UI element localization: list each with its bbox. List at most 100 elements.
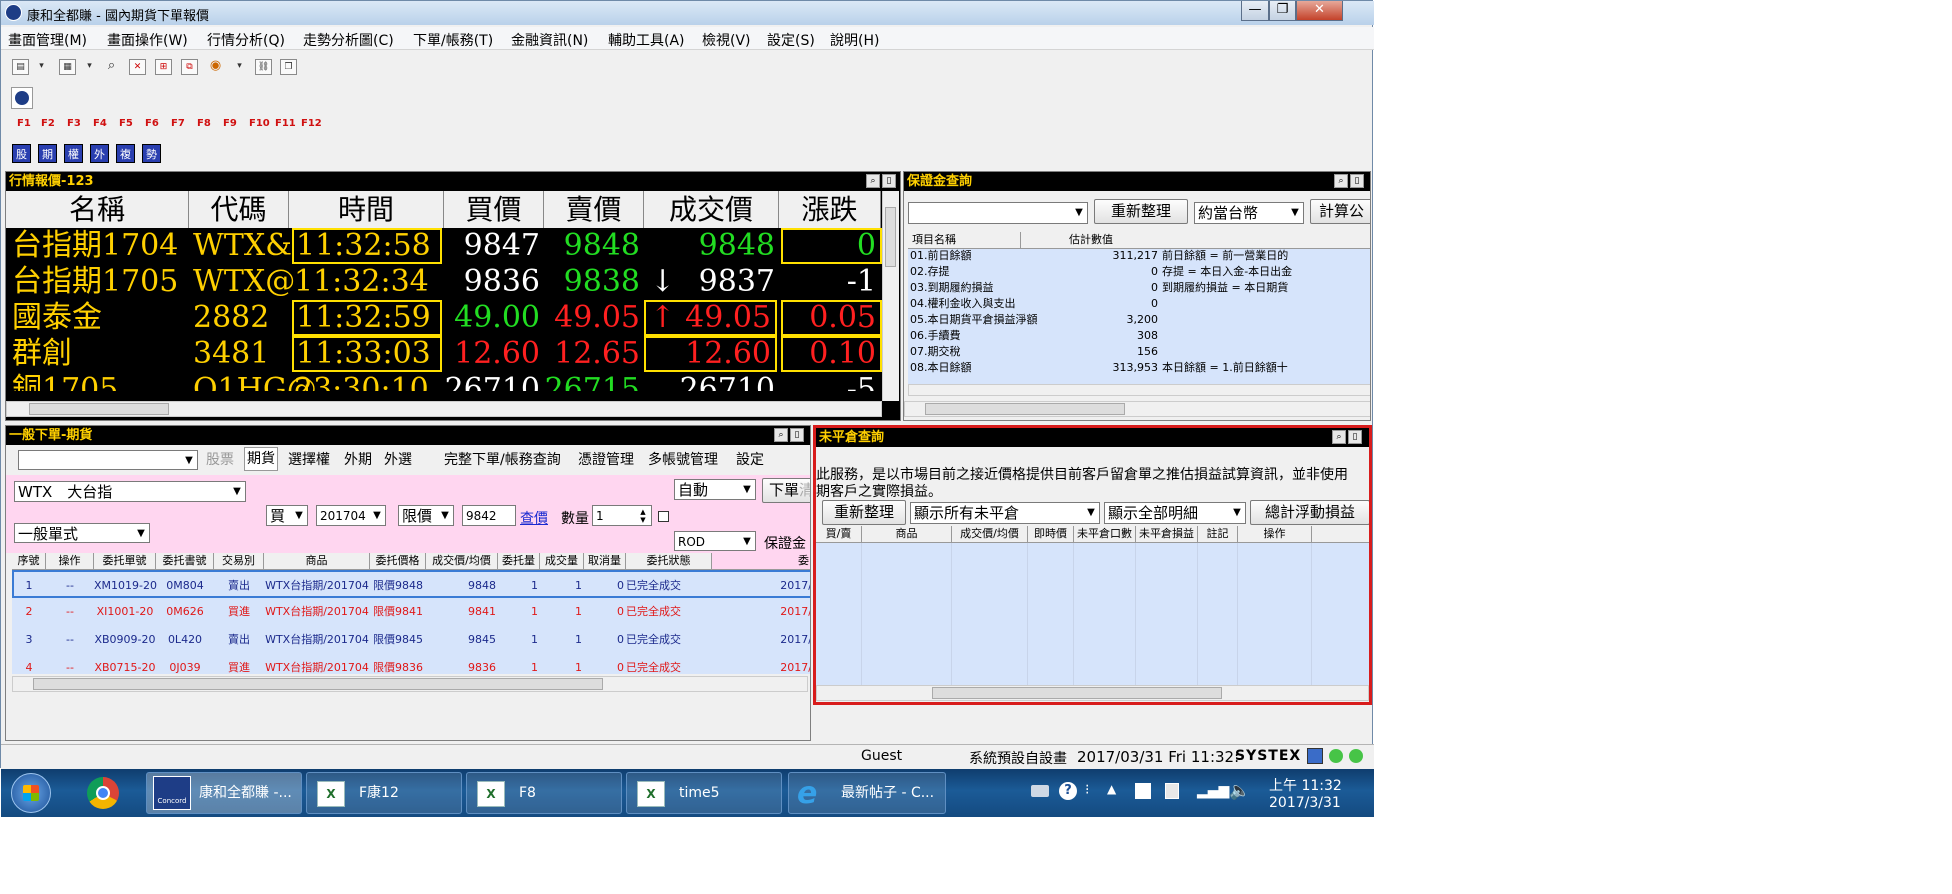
search-icon[interactable]: ⌕ [774,428,788,442]
margin-row[interactable]: 03.到期履約損益 0 到期履約損益 = 本日期貨 [908,280,1370,296]
currency-select[interactable]: 約當台幣 ▼ [1194,202,1304,224]
menu-quote-analysis[interactable]: 行情分析(Q) [207,30,285,50]
price-input[interactable]: 9842 [462,505,516,526]
quick-options-button[interactable]: 權 [64,144,83,163]
tab-foreign-futures[interactable]: 外期 [344,447,372,473]
globe-icon[interactable]: ◉ [207,59,224,75]
header-qty[interactable]: 委托量 [498,553,540,569]
header-ask[interactable]: 賣價 [544,191,644,228]
header-status[interactable]: 委托狀態 [626,553,712,569]
margin-row[interactable]: 07.期交稅 156 [908,344,1370,360]
fkey-f2[interactable]: F2 [41,118,55,129]
quick-complex-button[interactable]: 複 [116,144,135,163]
header-realtime[interactable]: 即時價 [1028,526,1074,542]
pin-icon[interactable]: ▯ [1348,430,1362,444]
power-icon[interactable] [1165,783,1179,799]
margin-row[interactable]: 08.本日餘額 313,953 本日餘額 = 1.前日餘額十 [908,360,1370,376]
tab-multi-account[interactable]: 多帳號管理 [648,447,718,473]
query-price-link[interactable]: 查價 [520,508,548,528]
header-note[interactable]: 註記 [1198,526,1238,542]
header-filled[interactable]: 成交量 [540,553,584,569]
fkey-f9[interactable]: F9 [223,118,237,129]
clock-date[interactable]: 2017/3/31 [1269,795,1341,811]
header-fill[interactable]: 成交價/均價 [426,553,498,569]
task-ie[interactable]: e 最新帖子 - C... [788,772,946,814]
tray-expand-icon[interactable]: ▲ [1107,782,1116,796]
header-product[interactable]: 商品 [264,553,370,569]
header-avg-price[interactable]: 成交價/均價 [952,526,1028,542]
tab-foreign-options[interactable]: 外選 [384,447,412,473]
search-icon[interactable]: ⌕ [866,174,880,188]
header-order-no[interactable]: 委托單號 [94,553,156,569]
pin-icon[interactable]: ▯ [1350,174,1364,188]
quick-trend-button[interactable]: 勢 [142,144,161,163]
fkey-f6[interactable]: F6 [145,118,159,129]
margin-row[interactable]: 04.權利金收入與支出 0 [908,296,1370,312]
header-book-no[interactable]: 委托書號 [156,553,214,569]
keyboard-icon[interactable] [1031,785,1049,797]
fkey-f7[interactable]: F7 [171,118,185,129]
tab-stock[interactable]: 股票 [206,447,234,473]
scroll-thumb[interactable] [885,207,896,267]
tab-full-order[interactable]: 完整下單/帳務查詢 [444,447,561,473]
header-item[interactable]: 項目名稱 [912,232,956,248]
margin-row[interactable]: 06.手續費 308 [908,328,1370,344]
network-icon[interactable]: ▂▄▆ [1197,783,1229,799]
price-type-select[interactable]: 限價 ▼ [398,505,454,526]
menu-screen-operate[interactable]: 畫面操作(W) [107,30,188,50]
search-icon[interactable]: ⌕ [103,59,120,75]
total-pnl-button[interactable]: 總計浮動損益 [1250,500,1369,525]
minimize-button[interactable]: — [1241,1,1269,21]
header-op[interactable]: 操作 [46,553,94,569]
account-select[interactable]: ▼ [18,450,198,470]
margin-inner-scrollbar[interactable] [908,384,1370,396]
header-side[interactable]: 交易別 [214,553,264,569]
option-checkbox[interactable] [658,511,669,522]
header-name[interactable]: 名稱 [6,191,189,228]
clock-time[interactable]: 上午 11:32 [1269,775,1342,795]
close-button[interactable]: ✕ [1296,1,1343,21]
header-value[interactable]: 估計數值 [1020,232,1161,248]
fkey-f5[interactable]: F5 [119,118,133,129]
submit-order-button[interactable]: 下單清 [762,478,810,503]
position-filter-select[interactable]: 顯示所有未平倉 ▼ [910,502,1100,524]
connection-icon[interactable] [1307,748,1323,764]
window-icon[interactable]: ▤ [12,59,29,75]
chrome-icon[interactable] [87,777,119,809]
menu-order-account[interactable]: 下單/帳務(T) [413,30,493,50]
order-horizontal-scrollbar[interactable] [12,676,808,692]
tab-cert[interactable]: 憑證管理 [578,447,634,473]
header-side[interactable]: 買/賣 [816,526,862,542]
pin-icon[interactable]: ▯ [790,428,804,442]
header-last[interactable]: 成交價 [644,191,779,228]
tab-options[interactable]: 選擇權 [288,447,330,473]
quote-row[interactable]: 台指期1704 WTX& 11:32:58 9847 9848 9848 0 [6,228,900,264]
layout-icon[interactable]: ▦ [59,59,76,75]
header-date[interactable]: 委 [712,553,810,569]
refresh-button[interactable]: 重新整理 [1094,199,1188,224]
tile-icon[interactable]: ⊞ [155,59,172,75]
volume-icon[interactable]: 🔈 [1229,781,1250,801]
quick-stock-button[interactable]: 股 [12,144,31,163]
order-row[interactable]: 1 -- XM1019-20 0M804 賣出 WTX台指期/201704 限價… [12,570,810,598]
task-excel-f8[interactable]: X F8 [466,772,622,814]
order-row[interactable]: 4 -- XB0715-20 0J039 買進 WTX台指期/201704 限價… [12,654,810,674]
margin-row[interactable]: 02.存提 0 存提 = 本日入金-本日出金 [908,264,1370,280]
header-cancel[interactable]: 取消量 [584,553,626,569]
tab-settings[interactable]: 設定 [736,447,764,473]
chevron-down-icon[interactable]: ▾ [231,59,248,75]
maximize-button[interactable]: ❐ [1269,1,1296,21]
quote-row[interactable]: 群創 3481 11:33:03 12.60 12.65 12.60 0.10 [6,336,900,372]
cascade-icon[interactable]: ⧉ [181,59,198,75]
action-center-icon[interactable] [1135,783,1151,799]
task-excel-f12[interactable]: X F康12 [306,772,462,814]
menu-screen-manage[interactable]: 畫面管理(M) [8,30,87,50]
order-type-select[interactable]: 一般單式 ▼ [14,523,150,543]
menu-trend-chart[interactable]: 走勢分析圖(C) [303,30,394,50]
fkey-f3[interactable]: F3 [67,118,81,129]
scroll-thumb[interactable] [33,678,603,690]
pin-icon[interactable]: ▯ [882,174,896,188]
product-select[interactable]: WTX 大台指 ▼ [14,481,246,502]
side-select[interactable]: 買 ▼ [266,505,308,526]
task-excel-time5[interactable]: X time5 [626,772,782,814]
